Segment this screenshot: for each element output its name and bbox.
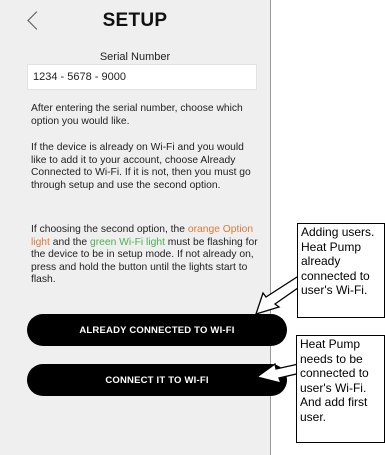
- instruction-paragraph-3: If choosing the second option, the orang…: [31, 224, 259, 287]
- header: SETUP: [0, 0, 270, 42]
- serial-number-label: Serial Number: [99, 51, 171, 63]
- serial-number-input[interactable]: [27, 64, 257, 90]
- instruction-paragraph-1: After entering the serial number, choose…: [31, 103, 243, 127]
- green-light-text: green Wi-Fi light: [89, 236, 165, 248]
- instruction-text: and the: [49, 236, 90, 248]
- already-connected-button[interactable]: ALREADY CONNECTED TO WI-FI: [27, 314, 287, 346]
- annotation-note-connect: Heat Pump needs to be connected to user'…: [296, 335, 385, 443]
- instruction-text: If choosing the second option, the: [31, 224, 188, 235]
- connect-wifi-button[interactable]: CONNECT IT TO WI-FI: [27, 364, 287, 396]
- page-title: SETUP: [102, 10, 168, 31]
- annotation-note-already-connected: Adding users. Heat Pump already connecte…: [297, 223, 385, 318]
- instruction-paragraph-2: If the device is already on Wi-Fi and yo…: [31, 142, 251, 191]
